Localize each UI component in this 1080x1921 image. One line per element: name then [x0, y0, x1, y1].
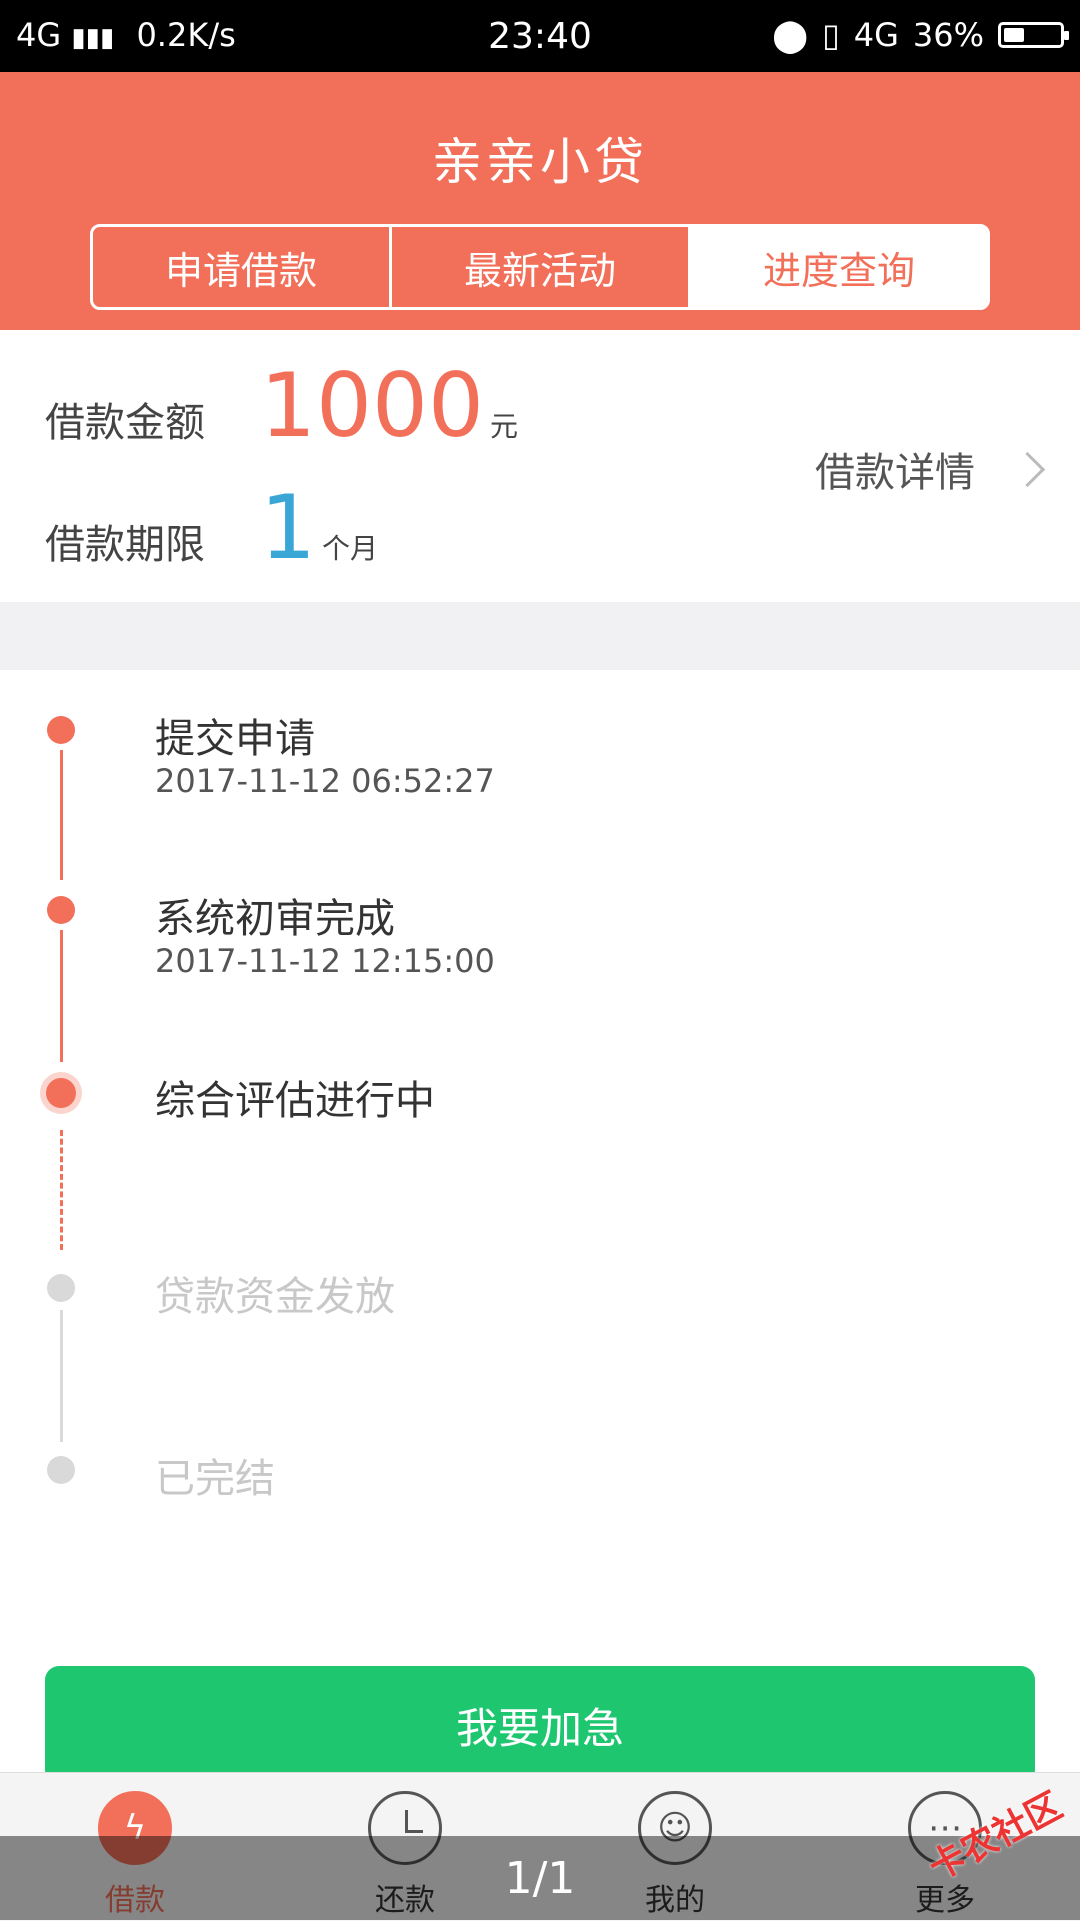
step-time: 2017-11-12 06:52:27 [155, 762, 495, 800]
amount-value: 1000 [260, 354, 484, 457]
status-right: ⬤ ▯ 4G 36% [772, 16, 1069, 54]
term-value: 1 [260, 476, 316, 579]
step-title: 提交申请 [155, 716, 315, 762]
amount-unit: 元 [489, 410, 518, 443]
term-label: 借款期限 [45, 522, 205, 568]
expedite-button[interactable]: 我要加急 [45, 1666, 1035, 1784]
tab-apply-loan[interactable]: 申请借款 [93, 227, 392, 307]
step-connector [60, 930, 63, 1062]
amount-label: 借款金额 [45, 400, 205, 446]
battery-level [1004, 28, 1025, 42]
step-connector [60, 750, 63, 880]
tab-progress-query[interactable]: 进度查询 [691, 227, 987, 307]
chevron-right-icon [1009, 451, 1046, 487]
step-connector-grey [60, 1310, 63, 1442]
step-time: 2017-11-12 12:15:00 [155, 942, 495, 980]
step-connector-dashed [60, 1130, 63, 1250]
step-title: 综合评估进行中 [155, 1078, 435, 1124]
term-row: 借款期限 1 个月 [45, 476, 378, 579]
step-dot-done [47, 896, 75, 924]
app-header: 亲亲小贷 申请借款 最新活动 进度查询 [0, 72, 1080, 330]
segment-tabs: 申请借款 最新活动 进度查询 [90, 224, 990, 310]
term-unit: 个月 [322, 532, 379, 565]
step-dot-done [47, 716, 75, 744]
step-title: 系统初审完成 [155, 896, 395, 942]
step-title: 已完结 [155, 1456, 275, 1502]
tab-latest-activities[interactable]: 最新活动 [392, 227, 691, 307]
step-title: 贷款资金发放 [155, 1274, 395, 1320]
amount-row: 借款金额 1000 元 [45, 354, 518, 457]
app-title: 亲亲小贷 [432, 133, 648, 191]
step-dot-current [46, 1078, 76, 1108]
progress-timeline: 提交申请 2017-11-12 06:52:27 系统初审完成 2017-11-… [0, 670, 1080, 1670]
loan-details-label: 借款详情 [815, 450, 975, 496]
loan-details-link[interactable]: 借款详情 [815, 440, 1046, 498]
network-type-right: 4G [853, 16, 899, 54]
loan-summary: 借款金额 1000 元 借款期限 1 个月 借款详情 [0, 330, 1080, 602]
vibrate-icon: ▯ [822, 16, 840, 54]
step-dot-pending [47, 1456, 75, 1484]
location-pin-icon: ⬤ [772, 16, 809, 54]
image-pager-indicator: 1/1 [0, 1836, 1080, 1920]
status-bar: 4G ▮▮▮ 0.2K/s 23:40 ⬤ ▯ 4G 36% [0, 0, 1080, 72]
battery-percent: 36% [912, 16, 984, 54]
battery-icon [998, 22, 1069, 48]
section-divider [0, 602, 1080, 670]
step-dot-pending [47, 1274, 75, 1302]
